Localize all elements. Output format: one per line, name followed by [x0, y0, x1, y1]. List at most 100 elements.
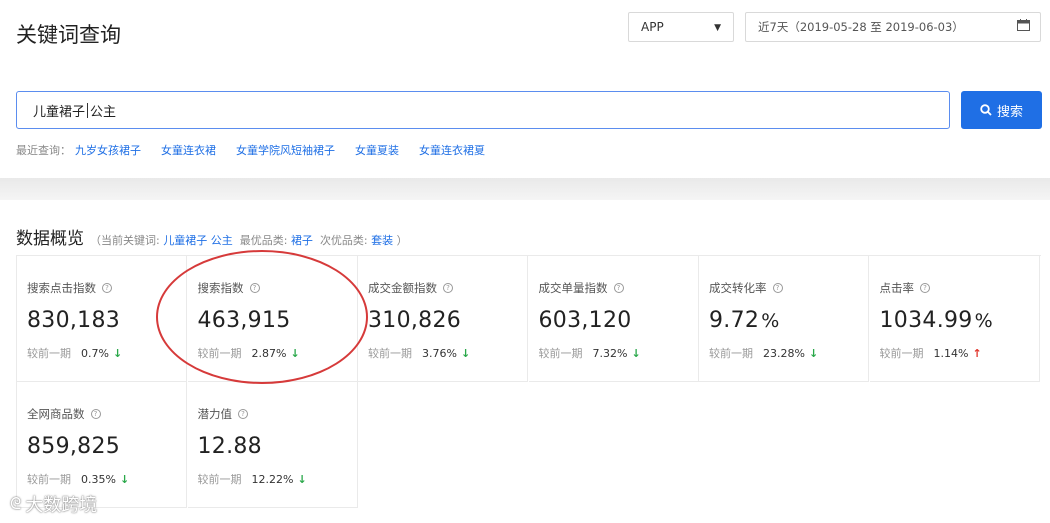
meta-prefix: （当前关键词:	[90, 234, 160, 247]
metric-compare: 较前一期 2.87% ↓	[198, 345, 357, 361]
arrow-down-icon: ↓	[290, 346, 300, 360]
help-icon[interactable]: ?	[920, 283, 930, 293]
watermark-text: 大数跨境	[25, 495, 98, 516]
arrow-down-icon: ↓	[808, 346, 819, 360]
arrow-down-icon: ↓	[631, 346, 641, 360]
recent-searches: 最近查询： 九岁女孩裙子 女童连衣裙 女童学院风短袖裙子 女童夏装 女童连衣裙夏	[16, 142, 485, 158]
page-title: 关键词查询	[16, 23, 121, 47]
current-keyword: 儿童裙子 公主	[163, 234, 233, 247]
help-icon[interactable]: ?	[102, 283, 112, 293]
metric-value: 12.88	[198, 434, 357, 459]
metric-label: 点击率?	[880, 280, 1039, 296]
search-text-before-cursor: 儿童裙子	[33, 104, 86, 120]
metric-card: 全网商品数? 859,825 较前一期 0.35% ↓	[17, 382, 187, 508]
recent-item[interactable]: 女童夏装	[355, 142, 399, 158]
compare-label: 较前一期	[197, 347, 242, 360]
recent-item[interactable]: 女童学院风短袖裙子	[236, 142, 335, 158]
compare-label: 较前一期	[197, 473, 242, 486]
second-category: 套装	[371, 234, 394, 247]
metric-card: 搜索指数? 463,915 较前一期 2.87% ↓	[187, 256, 358, 382]
metric-label-text: 成交转化率	[709, 281, 767, 295]
compare-label: 较前一期	[27, 473, 71, 486]
metric-value-number: 12.88	[197, 434, 262, 459]
recent-item[interactable]: 九岁女孩裙子	[75, 142, 141, 158]
metric-change: 7.32%	[592, 346, 628, 360]
metric-label-text: 成交金额指数	[368, 281, 437, 295]
metric-value-number: 310,826	[368, 308, 462, 333]
best-category-label: 最优品类:	[239, 234, 288, 247]
metric-change: 0.7%	[81, 346, 109, 360]
metric-unit: %	[974, 310, 993, 332]
compare-label: 较前一期	[709, 347, 753, 360]
compare-label: 较前一期	[538, 347, 583, 360]
recent-item[interactable]: 女童连衣裙	[161, 142, 216, 158]
keyword-search-input[interactable]: 儿童裙子 公主	[16, 91, 950, 129]
metric-label: 全网商品数?	[27, 406, 186, 422]
platform-select[interactable]: APP ▼	[628, 12, 734, 42]
overview-title: 数据概览	[16, 229, 84, 249]
metric-change: 3.76%	[422, 346, 457, 360]
help-icon[interactable]: ?	[772, 283, 783, 293]
help-icon[interactable]: ?	[238, 409, 248, 419]
date-range-value: 近7天（2019-05-28 至 2019-06-03）	[758, 20, 964, 34]
metric-value: 603,120	[539, 308, 698, 333]
metric-value: 1034.99%	[880, 308, 1039, 333]
metric-value: 859,825	[27, 434, 186, 459]
metric-change: 12.22%	[251, 472, 294, 486]
search-icon	[980, 104, 992, 116]
text-cursor	[87, 102, 89, 118]
date-range-picker[interactable]: 近7天（2019-05-28 至 2019-06-03）	[745, 12, 1041, 42]
metric-label: 成交转化率?	[709, 280, 868, 296]
metric-compare: 较前一期 23.28% ↓	[709, 345, 868, 361]
help-icon[interactable]: ?	[90, 409, 101, 419]
metric-label-text: 点击率	[879, 281, 915, 295]
metric-change: 0.35%	[81, 472, 116, 486]
overview-header: 数据概览 （当前关键词: 儿童裙子 公主 最优品类: 裙子 次优品类: 套装 ）	[16, 224, 408, 249]
help-icon[interactable]: ?	[249, 283, 260, 293]
metric-value: 9.72%	[709, 308, 868, 333]
metric-value-number: 859,825	[27, 434, 121, 459]
metric-compare: 较前一期 12.22% ↓	[198, 471, 357, 487]
metric-label: 成交单量指数?	[539, 280, 698, 296]
watermark-logo-icon: ᘓ	[10, 494, 22, 513]
recent-item[interactable]: 女童连衣裙夏	[419, 142, 485, 158]
search-button-label: 搜索	[996, 104, 1023, 120]
calendar-icon	[1017, 19, 1030, 31]
recent-label: 最近查询：	[16, 144, 71, 157]
metric-label-text: 全网商品数	[27, 407, 85, 421]
second-category-label: 次优品类:	[319, 234, 368, 247]
metric-label-text: 潜力值	[197, 407, 233, 421]
metric-compare: 较前一期 7.32% ↓	[539, 345, 698, 361]
help-icon[interactable]: ?	[443, 283, 453, 293]
metric-label: 潜力值?	[198, 406, 357, 422]
metric-compare: 较前一期 1.14% ↑	[880, 345, 1039, 361]
search-text-after-cursor: 公主	[90, 104, 117, 120]
compare-label: 较前一期	[368, 347, 412, 360]
arrow-down-icon: ↓	[460, 346, 471, 360]
metric-change: 2.87%	[251, 346, 287, 360]
metric-value-number: 463,915	[197, 308, 291, 333]
help-icon[interactable]: ?	[613, 283, 624, 293]
watermark: ᘓ 大数跨境	[10, 491, 97, 517]
metric-value-number: 9.72	[709, 308, 760, 333]
metric-label-text: 搜索指数	[197, 281, 244, 295]
arrow-down-icon: ↓	[297, 472, 307, 486]
metric-change: 1.14%	[933, 346, 969, 360]
compare-label: 较前一期	[27, 347, 71, 360]
metric-unit: %	[761, 310, 780, 332]
compare-label: 较前一期	[879, 347, 924, 360]
metric-card: 点击率? 1034.99% 较前一期 1.14% ↑	[869, 256, 1040, 382]
metric-compare: 较前一期 3.76% ↓	[368, 345, 527, 361]
metric-value-number: 603,120	[538, 308, 632, 333]
arrow-up-icon: ↑	[972, 346, 982, 360]
metric-value-number: 1034.99	[879, 308, 973, 333]
best-category: 裙子	[290, 234, 313, 247]
metric-value: 310,826	[368, 308, 527, 333]
search-button[interactable]: 搜索	[961, 91, 1042, 129]
metric-card: 成交金额指数? 310,826 较前一期 3.76% ↓	[358, 256, 528, 382]
section-divider	[0, 178, 1050, 200]
metric-change: 23.28%	[763, 346, 805, 360]
metric-card: 成交转化率? 9.72% 较前一期 23.28% ↓	[699, 256, 869, 382]
arrow-down-icon: ↓	[119, 472, 130, 486]
metric-label: 成交金额指数?	[368, 280, 527, 296]
